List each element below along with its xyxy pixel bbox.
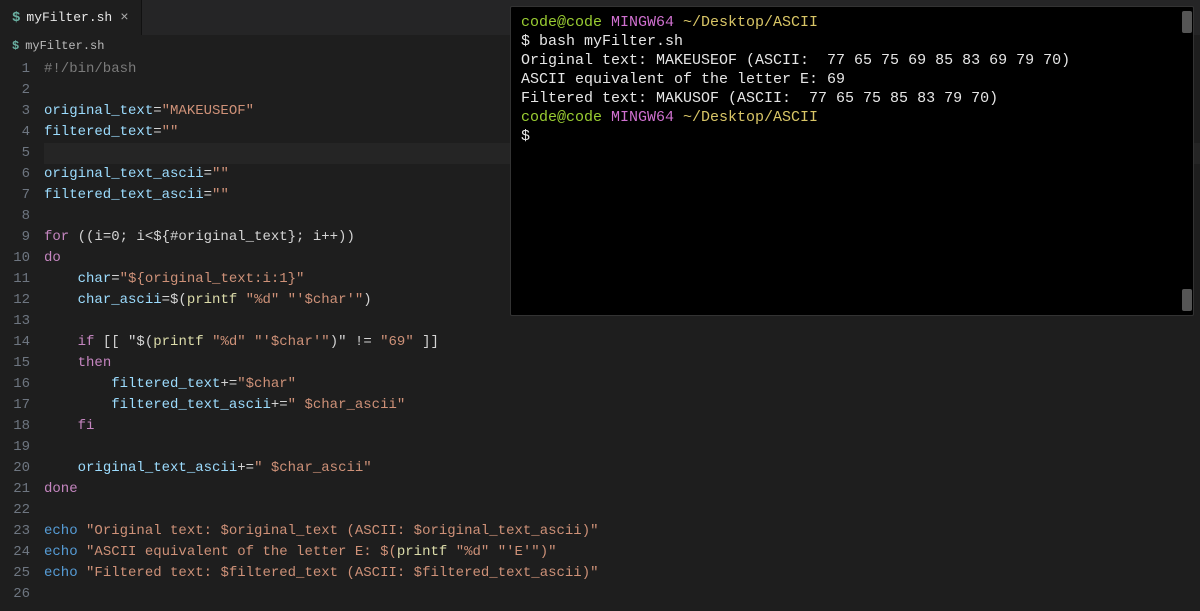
line-number: 23	[0, 521, 30, 542]
line-number: 3	[0, 101, 30, 122]
terminal-line: code@code MINGW64 ~/Desktop/ASCII	[521, 108, 1183, 127]
line-number: 19	[0, 437, 30, 458]
code-line[interactable]: echo "Filtered text: $filtered_text (ASC…	[44, 563, 1200, 584]
close-icon[interactable]: ×	[118, 10, 130, 26]
line-number: 14	[0, 332, 30, 353]
line-number: 16	[0, 374, 30, 395]
terminal-line: $ bash myFilter.sh	[521, 32, 1183, 51]
line-number: 7	[0, 185, 30, 206]
terminal-panel[interactable]: code@code MINGW64 ~/Desktop/ASCII$ bash …	[510, 6, 1194, 316]
code-line[interactable]	[44, 584, 1200, 605]
code-line[interactable]: then	[44, 353, 1200, 374]
line-number: 17	[0, 395, 30, 416]
tab-filename: myFilter.sh	[26, 10, 112, 25]
code-line[interactable]: filtered_text_ascii+=" $char_ascii"	[44, 395, 1200, 416]
line-number: 24	[0, 542, 30, 563]
line-number: 1	[0, 59, 30, 80]
code-line[interactable]	[44, 500, 1200, 521]
line-number: 11	[0, 269, 30, 290]
line-number: 25	[0, 563, 30, 584]
terminal-line: Original text: MAKEUSEOF (ASCII: 77 65 7…	[521, 51, 1183, 70]
breadcrumb-filename: myFilter.sh	[25, 39, 104, 53]
code-line[interactable]: original_text_ascii+=" $char_ascii"	[44, 458, 1200, 479]
line-number: 2	[0, 80, 30, 101]
line-number: 8	[0, 206, 30, 227]
line-number: 6	[0, 164, 30, 185]
code-line[interactable]: if [[ "$(printf "%d" "'$char'")" != "69"…	[44, 332, 1200, 353]
line-number: 5	[0, 143, 30, 164]
terminal-line: Filtered text: MAKUSOF (ASCII: 77 65 75 …	[521, 89, 1183, 108]
line-number: 22	[0, 500, 30, 521]
bash-file-icon: $	[12, 10, 20, 26]
line-number: 21	[0, 479, 30, 500]
line-number-gutter: 1234567891011121314151617181920212223242…	[0, 59, 44, 605]
code-line[interactable]: echo "ASCII equivalent of the letter E: …	[44, 542, 1200, 563]
terminal-line: $	[521, 127, 1183, 146]
line-number: 4	[0, 122, 30, 143]
terminal-scrollbar-thumb[interactable]	[1182, 11, 1192, 33]
code-line[interactable]: filtered_text+="$char"	[44, 374, 1200, 395]
terminal-output: code@code MINGW64 ~/Desktop/ASCII$ bash …	[521, 13, 1183, 146]
tab-myfilter[interactable]: $ myFilter.sh ×	[0, 0, 142, 35]
line-number: 13	[0, 311, 30, 332]
code-line[interactable]: fi	[44, 416, 1200, 437]
code-line[interactable]: echo "Original text: $original_text (ASC…	[44, 521, 1200, 542]
code-line[interactable]: done	[44, 479, 1200, 500]
code-line[interactable]	[44, 437, 1200, 458]
line-number: 15	[0, 353, 30, 374]
line-number: 20	[0, 458, 30, 479]
line-number: 26	[0, 584, 30, 605]
line-number: 12	[0, 290, 30, 311]
terminal-line: ASCII equivalent of the letter E: 69	[521, 70, 1183, 89]
line-number: 10	[0, 248, 30, 269]
line-number: 9	[0, 227, 30, 248]
terminal-scrollbar-thumb-bottom[interactable]	[1182, 289, 1192, 311]
line-number: 18	[0, 416, 30, 437]
bash-file-icon: $	[12, 39, 19, 53]
terminal-line: code@code MINGW64 ~/Desktop/ASCII	[521, 13, 1183, 32]
